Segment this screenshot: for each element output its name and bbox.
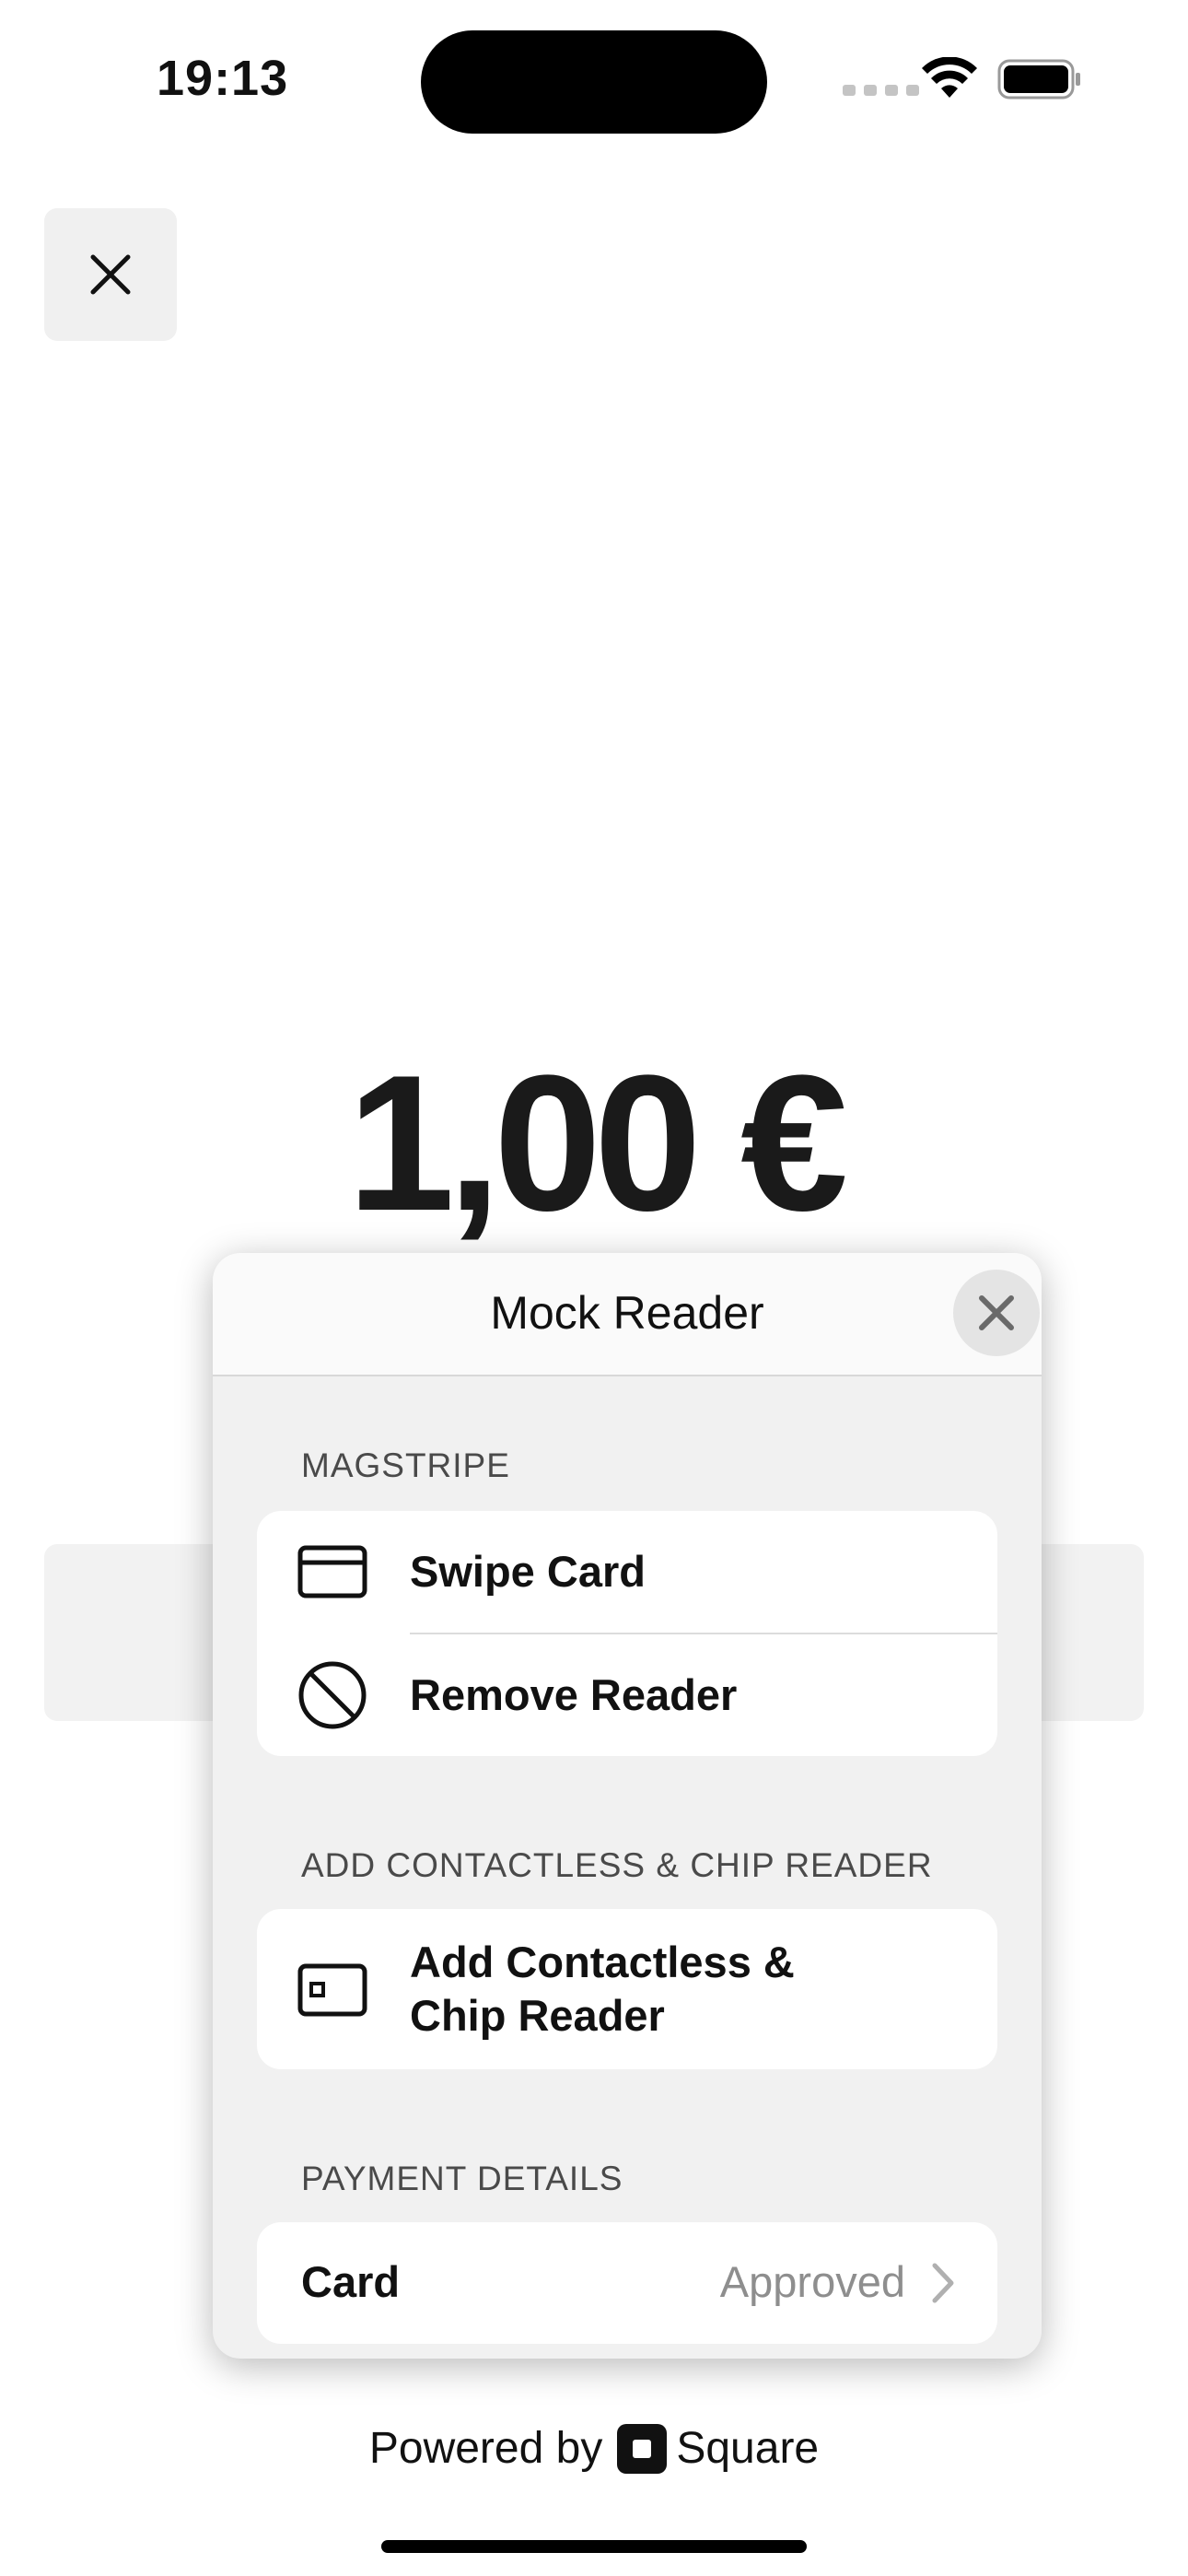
close-icon xyxy=(979,1295,1014,1330)
chevron-right-icon xyxy=(932,2263,954,2303)
contactless-group: Add Contactless & Chip Reader xyxy=(257,1909,997,2069)
card-label: Card xyxy=(301,2257,401,2306)
modal-close-button[interactable] xyxy=(953,1270,1040,1356)
swipe-card-label: Swipe Card xyxy=(410,1547,646,1596)
add-contactless-label: Add Contactless & Chip Reader xyxy=(410,1938,795,2040)
add-contactless-row[interactable]: Add Contactless & Chip Reader xyxy=(257,1909,997,2069)
brand-name: Square xyxy=(676,2424,820,2473)
section-label-payment-details: PAYMENT DETAILS xyxy=(301,2160,623,2197)
card-status-row[interactable]: Card Approved xyxy=(257,2222,997,2344)
signal-icon xyxy=(843,85,919,96)
card-status-value: Approved xyxy=(719,2257,905,2306)
square-logo-icon xyxy=(617,2423,668,2474)
magstripe-group: Swipe Card Remove Reader xyxy=(257,1511,997,1756)
section-label-magstripe: MAGSTRIPE xyxy=(301,1446,510,1484)
wifi-icon xyxy=(922,57,977,98)
block-icon xyxy=(297,1660,367,1730)
dynamic-island xyxy=(421,30,767,134)
section-label-contactless: ADD CONTACTLESS & CHIP READER xyxy=(301,1846,933,1884)
remove-reader-label: Remove Reader xyxy=(410,1670,738,1719)
battery-icon xyxy=(997,59,1080,100)
chip-reader-icon xyxy=(297,1955,367,2025)
status-time: 19:13 xyxy=(157,51,289,106)
modal-header: Mock Reader xyxy=(213,1253,1042,1376)
mock-reader-modal: Mock Reader MAGSTRIPE Swipe Card Remove … xyxy=(213,1253,1042,2359)
powered-by-label: Powered by xyxy=(368,2424,603,2473)
payment-amount: 1,00 € xyxy=(347,1035,848,1251)
modal-title: Mock Reader xyxy=(490,1287,764,1339)
swipe-card-row[interactable]: Swipe Card xyxy=(257,1511,997,1633)
card-icon xyxy=(297,1537,367,1607)
close-button[interactable] xyxy=(44,208,177,341)
powered-by-footer: Powered by Square xyxy=(0,2423,1188,2474)
close-icon xyxy=(90,254,131,295)
home-indicator xyxy=(381,2540,807,2553)
remove-reader-row[interactable]: Remove Reader xyxy=(257,1634,997,1756)
payment-details-group: Card Approved xyxy=(257,2222,997,2344)
